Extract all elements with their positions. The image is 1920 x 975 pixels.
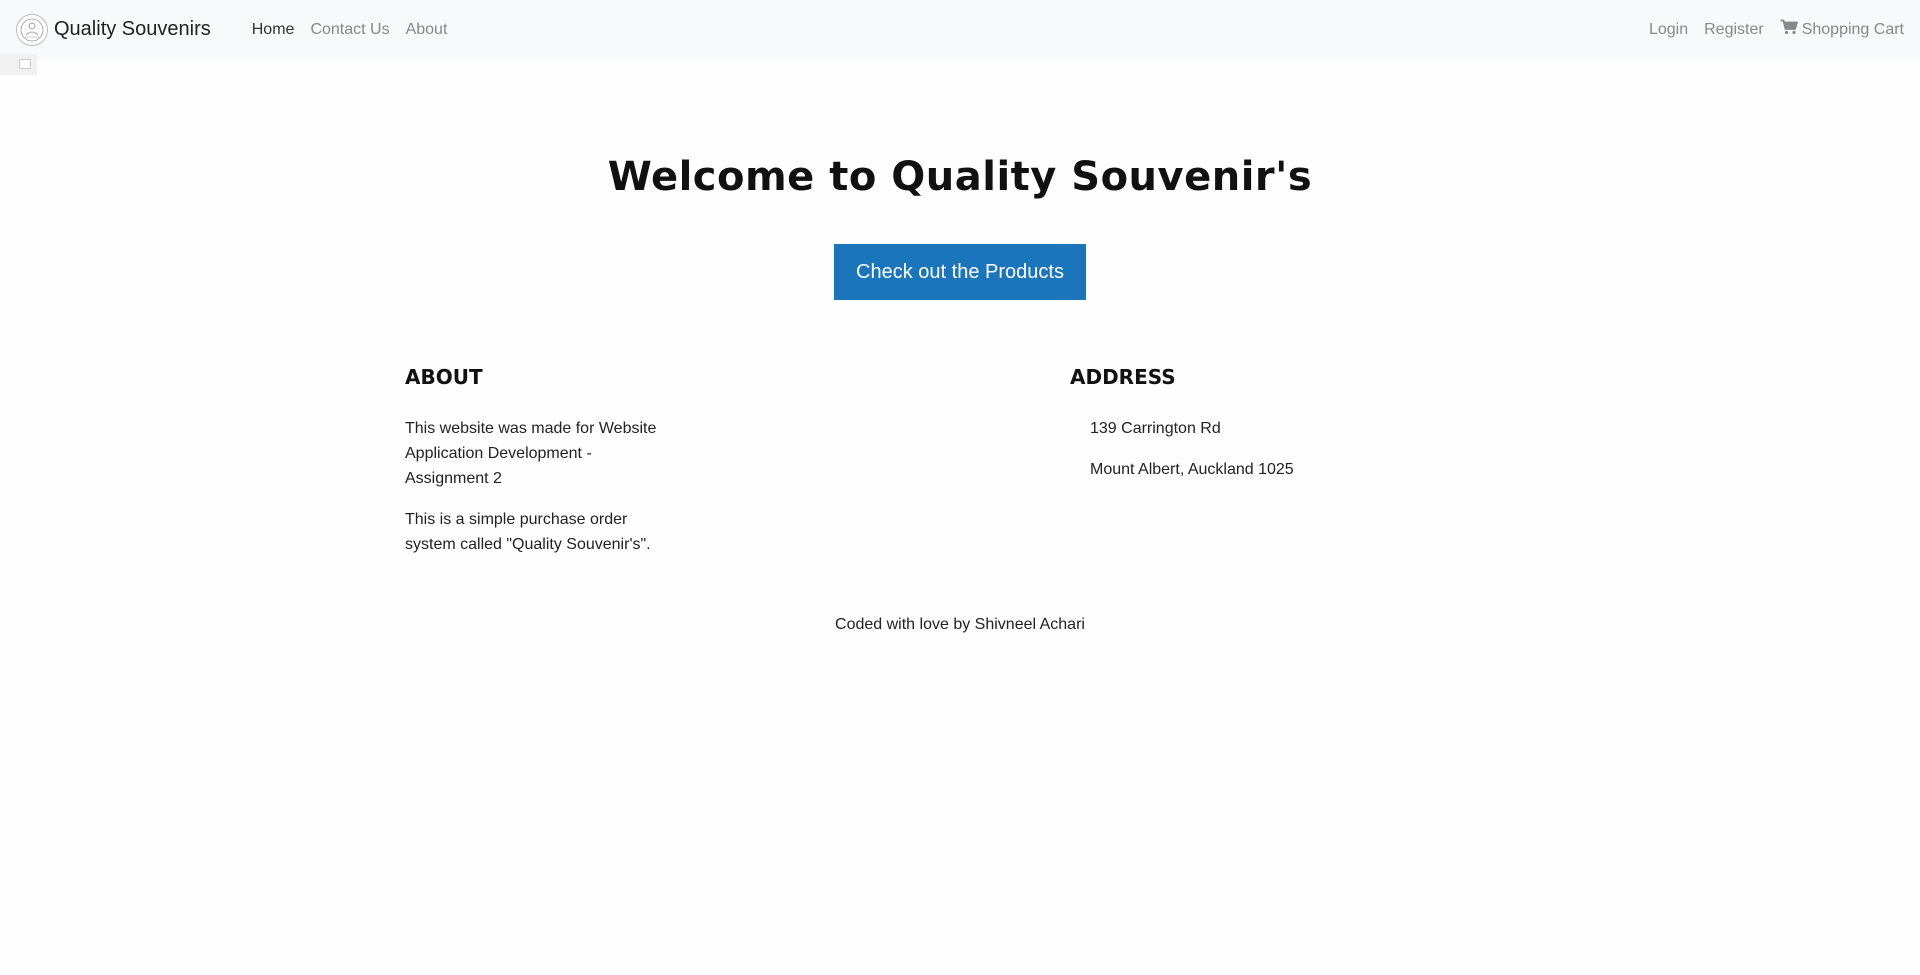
- toggle-icon: [19, 56, 31, 74]
- nav-link-register[interactable]: Register: [1704, 21, 1764, 39]
- brand-logo-icon: [16, 13, 48, 46]
- about-heading: ABOUT: [405, 365, 483, 389]
- check-products-button[interactable]: Check out the Products: [834, 244, 1086, 300]
- nav-link-contact-us[interactable]: Contact Us: [310, 21, 389, 39]
- brand-name: Quality Souvenirs: [54, 18, 211, 40]
- address-line: Mount Albert, Auckland 1025: [1090, 461, 1294, 478]
- nav-link-login[interactable]: Login: [1649, 21, 1688, 39]
- account-nav: Login Register Shopping Cart: [1649, 19, 1904, 40]
- page-title: Welcome to Quality Souvenir's: [607, 154, 1313, 200]
- about-paragraph: This website was made for Website Applic…: [405, 420, 657, 487]
- address-heading: ADDRESS: [1070, 365, 1176, 389]
- shopping-cart-label: Shopping Cart: [1801, 20, 1904, 38]
- shopping-cart-icon: [1780, 19, 1798, 40]
- nav-link-about[interactable]: About: [406, 21, 448, 39]
- footer-credit: Coded with love by Shivneel Achari: [835, 616, 1085, 633]
- primary-nav: Home Contact Us About: [252, 21, 448, 39]
- nav-link-shopping-cart[interactable]: Shopping Cart: [1780, 19, 1904, 40]
- about-paragraph: This is a simple purchase order system c…: [405, 511, 651, 553]
- address-line: 139 Carrington Rd: [1090, 420, 1221, 437]
- top-navbar: Quality Souvenirs Home Contact Us About …: [0, 0, 1920, 59]
- side-tab-toggle[interactable]: [0, 54, 37, 75]
- nav-link-home[interactable]: Home: [252, 21, 295, 39]
- brand-link[interactable]: Quality Souvenirs: [16, 13, 211, 46]
